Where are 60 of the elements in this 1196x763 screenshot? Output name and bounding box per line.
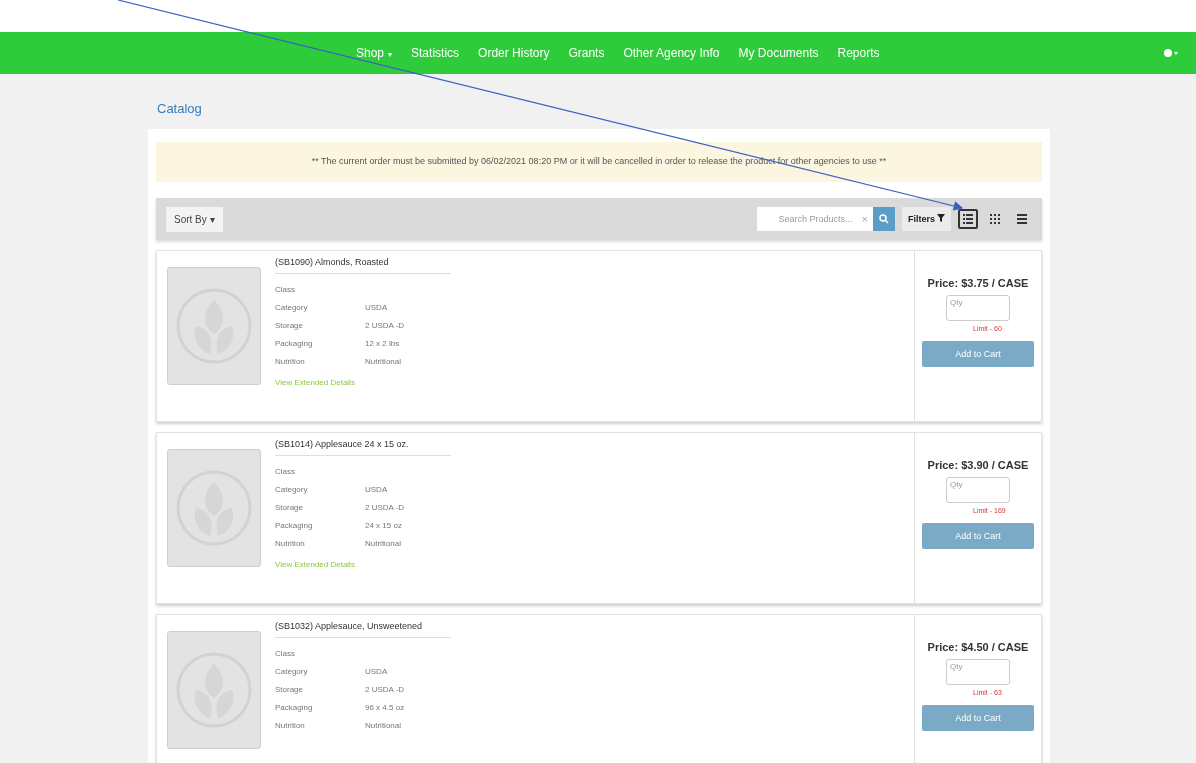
add-to-cart-button[interactable]: Add to Cart <box>922 705 1034 731</box>
field-label: Storage <box>275 684 305 694</box>
view-toggle[interactable] <box>958 209 978 229</box>
nav-link[interactable]: My Documents <box>738 46 819 60</box>
price-label: Price: $4.50 / CASE <box>927 641 1029 653</box>
field-label: Category <box>275 302 309 312</box>
field-label: Nutrition <box>275 356 306 366</box>
field-label: Nutrition <box>275 720 306 730</box>
field-label: Category <box>275 666 309 676</box>
field-label: Category <box>275 484 309 494</box>
field-label: Packaging <box>275 338 314 348</box>
price-label: Price: $3.90 / CASE <box>927 459 1029 471</box>
field-value: 12 x 2 lbs <box>365 338 401 348</box>
add-to-cart-button[interactable]: Add to Cart <box>922 341 1034 367</box>
funnel-icon <box>937 214 945 222</box>
search-icon <box>879 214 889 224</box>
breadcrumb[interactable]: Catalog <box>157 101 1196 129</box>
product-title: (SB1014) Applesauce 24 x 15 oz. <box>275 439 451 456</box>
field-label: Nutrition <box>275 538 306 548</box>
search-button[interactable] <box>873 207 895 231</box>
grid-view-icon <box>990 214 1000 224</box>
field-value: 2 USDA -D <box>365 320 406 330</box>
details-link[interactable]: View Extended Details <box>275 378 355 387</box>
qty-field[interactable]: Qty <box>946 477 1010 503</box>
field-value: Nutritional <box>365 356 402 366</box>
field-value: 2 USDA -D <box>365 502 406 512</box>
product-title: (SB1032) Applesauce, Unsweetened <box>275 621 451 638</box>
list-view-icon <box>963 214 973 224</box>
product-title: (SB1090) Almonds, Roasted <box>275 257 451 274</box>
add-to-cart-button[interactable]: Add to Cart <box>922 523 1034 549</box>
qty-field[interactable]: Qty <box>946 295 1010 321</box>
field-value: 96 x 4.5 oz <box>365 702 406 712</box>
field-label: Storage <box>275 502 305 512</box>
user-avatar-icon <box>1164 48 1178 58</box>
field-label: Packaging <box>275 520 314 530</box>
field-label: Class <box>275 284 296 294</box>
field-value: 24 x 15 oz <box>365 520 403 530</box>
nav-link[interactable]: Grants <box>568 46 605 60</box>
filters-button[interactable]: Filters <box>902 207 951 231</box>
nav-link[interactable]: Shop ▾ <box>356 46 393 60</box>
nav-link[interactable]: Other Agency Info <box>623 46 720 60</box>
field-value: USDA <box>365 302 389 312</box>
nav-link[interactable]: Statistics <box>411 46 460 60</box>
price-label: Price: $3.75 / CASE <box>927 277 1029 289</box>
field-label: Class <box>275 466 296 476</box>
field-value: Nutritional <box>365 720 402 730</box>
field-value: 2 USDA -D <box>365 684 406 694</box>
sort-button[interactable]: Sort By ▾ <box>166 206 223 232</box>
search-field[interactable]: Search Products... <box>756 207 857 231</box>
field-value: Nutritional <box>365 538 402 548</box>
nav-link[interactable]: Reports <box>837 46 880 60</box>
menu-icon <box>1017 214 1027 224</box>
qty-field[interactable]: Qty <box>946 659 1010 685</box>
field-label: Packaging <box>275 702 314 712</box>
field-value: USDA <box>365 484 389 494</box>
field-label: Storage <box>275 320 305 330</box>
field-value: USDA <box>365 666 389 676</box>
nav-link[interactable]: Order History <box>478 46 550 60</box>
details-link[interactable]: View Extended Details <box>275 560 355 569</box>
field-label: Class <box>275 648 296 658</box>
